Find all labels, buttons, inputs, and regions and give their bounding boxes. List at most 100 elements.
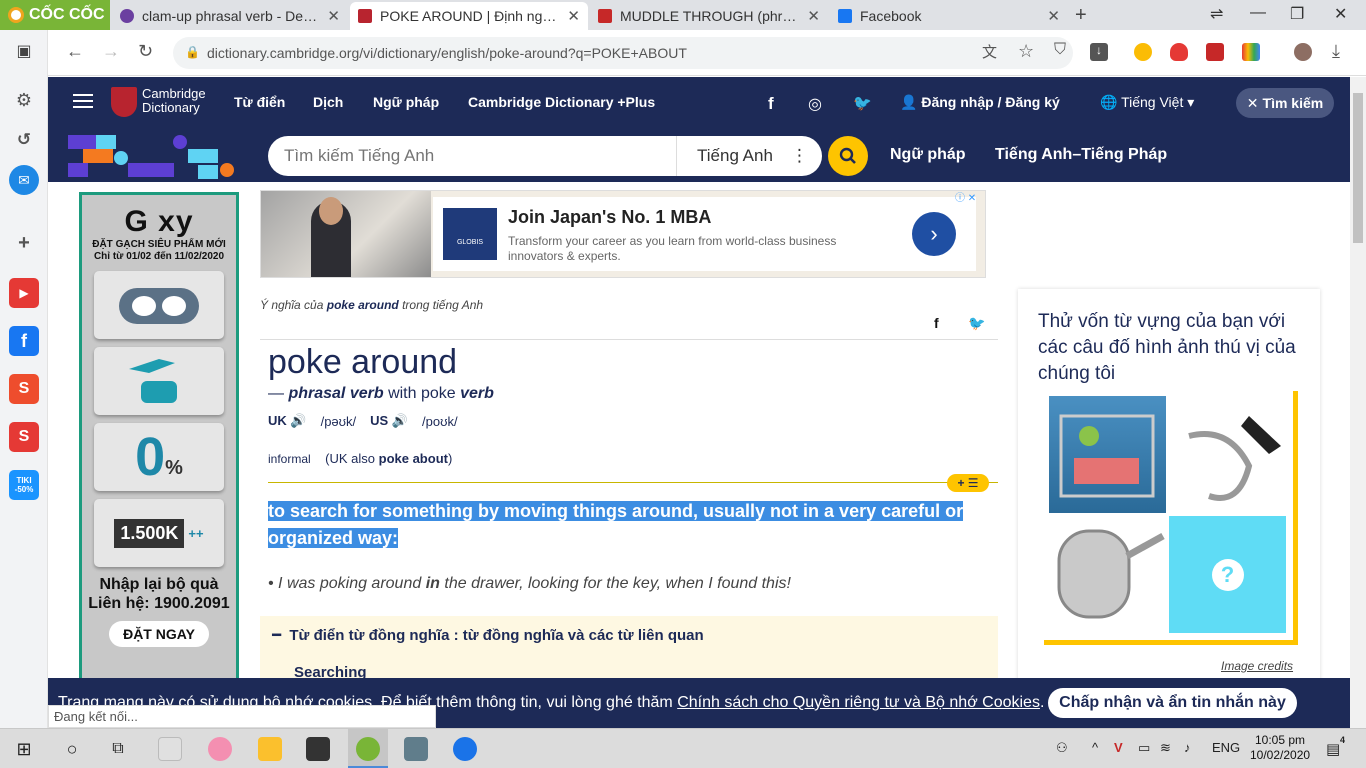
search-button[interactable] bbox=[828, 136, 868, 176]
unknown-image-tile[interactable]: ? bbox=[1169, 516, 1286, 633]
audio-speaker-icon[interactable]: 🔊 bbox=[290, 413, 306, 428]
cambridge-logo-text[interactable]: Cambridge Dictionary bbox=[142, 87, 206, 115]
back-arrow-icon[interactable]: ← bbox=[66, 41, 84, 62]
adchoices-icon[interactable]: ⓘ ✕ bbox=[955, 189, 976, 204]
shield-icon[interactable]: ⛉ bbox=[1054, 41, 1066, 59]
tiki-icon[interactable]: TIKI -50% bbox=[9, 470, 39, 500]
dishwasher-image[interactable] bbox=[1049, 396, 1166, 513]
sendo-icon[interactable]: S bbox=[9, 422, 39, 452]
order-now-button[interactable]: ĐẶT NGAY bbox=[109, 621, 209, 647]
bookmark-star-icon[interactable]: ☆ bbox=[1018, 41, 1034, 62]
coccoc-taskbar-icon[interactable] bbox=[356, 737, 380, 761]
privacy-policy-link[interactable]: Chính sách cho Quyền riêng tư và Bộ nhớ … bbox=[677, 694, 1040, 711]
facebook-icon[interactable]: f bbox=[9, 326, 39, 356]
audio-speaker-icon[interactable]: 🔊 bbox=[392, 413, 408, 428]
translate-icon[interactable]: 文 bbox=[982, 41, 997, 62]
thesaurus-toggle[interactable]: ━ Từ điển từ đồng nghĩa : từ đồng nghĩa … bbox=[272, 626, 704, 644]
close-window-icon[interactable]: ✕ bbox=[1334, 4, 1347, 24]
peeler-image[interactable] bbox=[1169, 396, 1286, 513]
tray-chevron-up-icon[interactable]: ^ bbox=[1092, 740, 1098, 755]
browser-tab[interactable]: MUDDLE THROUGH (phrasal ✕ bbox=[590, 2, 828, 30]
price-badge: 1.500K ++ bbox=[94, 499, 224, 567]
profile-avatar[interactable] bbox=[1294, 43, 1312, 61]
task-view-icon[interactable]: ⧉ bbox=[106, 737, 130, 761]
share-facebook-icon[interactable]: f bbox=[934, 315, 939, 331]
history-icon[interactable]: ↺ bbox=[9, 125, 39, 155]
windows-start-icon[interactable]: ⊞ bbox=[12, 737, 36, 761]
share-twitter-icon[interactable]: 🐦 bbox=[968, 315, 985, 332]
galaxy-advertisement[interactable]: G xy ĐẶT GẠCH SIÊU PHẨM MỚI Chỉ từ 01/02… bbox=[79, 192, 239, 728]
settings-gear-icon[interactable]: ⚙ bbox=[9, 85, 39, 115]
download-ext-icon[interactable]: ↓ bbox=[1090, 43, 1108, 61]
app-icon[interactable] bbox=[158, 737, 182, 761]
picture-quiz-widget[interactable]: Thử vốn từ vựng của bạn với các câu đố h… bbox=[1018, 289, 1320, 719]
nav-dictionary[interactable]: Từ điển bbox=[234, 94, 285, 110]
language-selector[interactable]: 🌐 Tiếng Việt ▾ bbox=[1100, 94, 1194, 111]
battery-icon[interactable]: ▭ bbox=[1138, 740, 1150, 756]
tray-app-icon[interactable]: V bbox=[1114, 740, 1123, 755]
close-tab-icon[interactable]: ✕ bbox=[567, 7, 580, 25]
adblock-ext-icon[interactable] bbox=[1170, 43, 1188, 61]
facebook-icon[interactable]: f bbox=[768, 94, 774, 114]
usage-label: informal (UK also poke about) bbox=[268, 451, 453, 466]
browser-tab-active[interactable]: POKE AROUND | Định nghĩa t ✕ bbox=[350, 2, 588, 30]
url-field[interactable]: 🔒 dictionary.cambridge.org/vi/dictionary… bbox=[173, 37, 1073, 69]
app-icon[interactable] bbox=[306, 737, 330, 761]
app-icon[interactable] bbox=[404, 737, 428, 761]
add-app-icon[interactable]: + bbox=[9, 228, 39, 258]
color-ext-icon[interactable] bbox=[1242, 43, 1260, 61]
question-mark-icon: ? bbox=[1211, 558, 1244, 591]
browser-tab[interactable]: Facebook ✕ bbox=[830, 2, 1068, 30]
search-toggle-button[interactable]: ✕ Tìm kiếm bbox=[1236, 88, 1334, 118]
browser-tab[interactable]: clam-up phrasal verb - Defini ✕ bbox=[112, 2, 348, 30]
search-icon[interactable]: ○ bbox=[60, 737, 84, 761]
status-bar: Đang kết nối... bbox=[48, 705, 436, 728]
minimize-icon[interactable]: — bbox=[1250, 4, 1266, 22]
instagram-icon[interactable]: ◎ bbox=[808, 94, 822, 114]
image-credits-link[interactable]: Image credits bbox=[1221, 659, 1293, 673]
scrollbar-thumb[interactable] bbox=[1353, 93, 1363, 243]
ad-next-arrow-icon[interactable]: › bbox=[912, 212, 956, 256]
page-scrollbar[interactable] bbox=[1350, 77, 1366, 728]
cambridge-shield-logo-icon[interactable] bbox=[111, 87, 137, 117]
english-french-link[interactable]: Tiếng Anh–Tiếng Pháp bbox=[995, 146, 1167, 164]
grammar-link[interactable]: Ngữ pháp bbox=[890, 146, 966, 164]
tab-list-icon[interactable]: ⇌ bbox=[1210, 4, 1223, 24]
system-clock[interactable]: 10:05 pm 10/02/2020 bbox=[1250, 733, 1310, 763]
close-tab-icon[interactable]: ✕ bbox=[807, 7, 820, 25]
people-icon[interactable]: ⚇ bbox=[1056, 740, 1068, 756]
shopee-icon[interactable]: S bbox=[9, 374, 39, 404]
reload-icon[interactable]: ↻ bbox=[138, 41, 153, 62]
add-to-wordlist-button[interactable]: + ☰ bbox=[947, 474, 989, 492]
notifications-icon[interactable]: ▤ bbox=[1326, 740, 1340, 758]
file-explorer-icon[interactable] bbox=[258, 737, 282, 761]
downloads-icon[interactable]: ⤓ bbox=[1332, 41, 1340, 62]
search-input[interactable] bbox=[284, 146, 674, 166]
red-ext-icon[interactable] bbox=[1206, 43, 1224, 61]
forward-arrow-icon[interactable]: → bbox=[102, 41, 120, 62]
input-language[interactable]: ENG bbox=[1212, 740, 1240, 755]
nav-grammar[interactable]: Ngữ pháp bbox=[373, 94, 439, 110]
globis-advertisement[interactable]: GLOBIS Join Japan's No. 1 MBA Transform … bbox=[260, 190, 986, 278]
close-tab-icon[interactable]: ✕ bbox=[1047, 7, 1060, 25]
zalo-icon[interactable] bbox=[453, 737, 477, 761]
dictionary-language-selector[interactable]: Tiếng Anh ⋮ bbox=[676, 136, 808, 176]
sidebar-toggle-icon[interactable]: ▣ bbox=[9, 36, 39, 66]
maximize-icon[interactable]: ❐ bbox=[1290, 4, 1304, 24]
coccoc-logo[interactable]: CỐC CỐC bbox=[0, 0, 110, 30]
volume-icon[interactable]: ♪ bbox=[1184, 740, 1191, 755]
accept-cookies-button[interactable]: Chấp nhận và ẩn tin nhắn này bbox=[1048, 688, 1297, 718]
network-icon[interactable]: ≋ bbox=[1160, 740, 1171, 756]
nav-translate[interactable]: Dịch bbox=[313, 94, 343, 110]
potato-masher-image[interactable] bbox=[1049, 516, 1166, 633]
menu-hamburger-icon[interactable] bbox=[73, 94, 93, 108]
nav-plus[interactable]: Cambridge Dictionary +Plus bbox=[468, 94, 655, 110]
close-tab-icon[interactable]: ✕ bbox=[327, 7, 340, 25]
twitter-icon[interactable]: 🐦 bbox=[853, 94, 872, 112]
chrome-ext-icon[interactable] bbox=[1134, 43, 1152, 61]
app-icon[interactable] bbox=[208, 737, 232, 761]
messenger-icon[interactable]: ✉ bbox=[9, 165, 39, 195]
login-link[interactable]: 👤 Đăng nhập / Đăng ký bbox=[900, 94, 1060, 111]
youtube-icon[interactable]: ▶ bbox=[9, 278, 39, 308]
new-tab-icon[interactable]: + bbox=[1075, 4, 1087, 27]
